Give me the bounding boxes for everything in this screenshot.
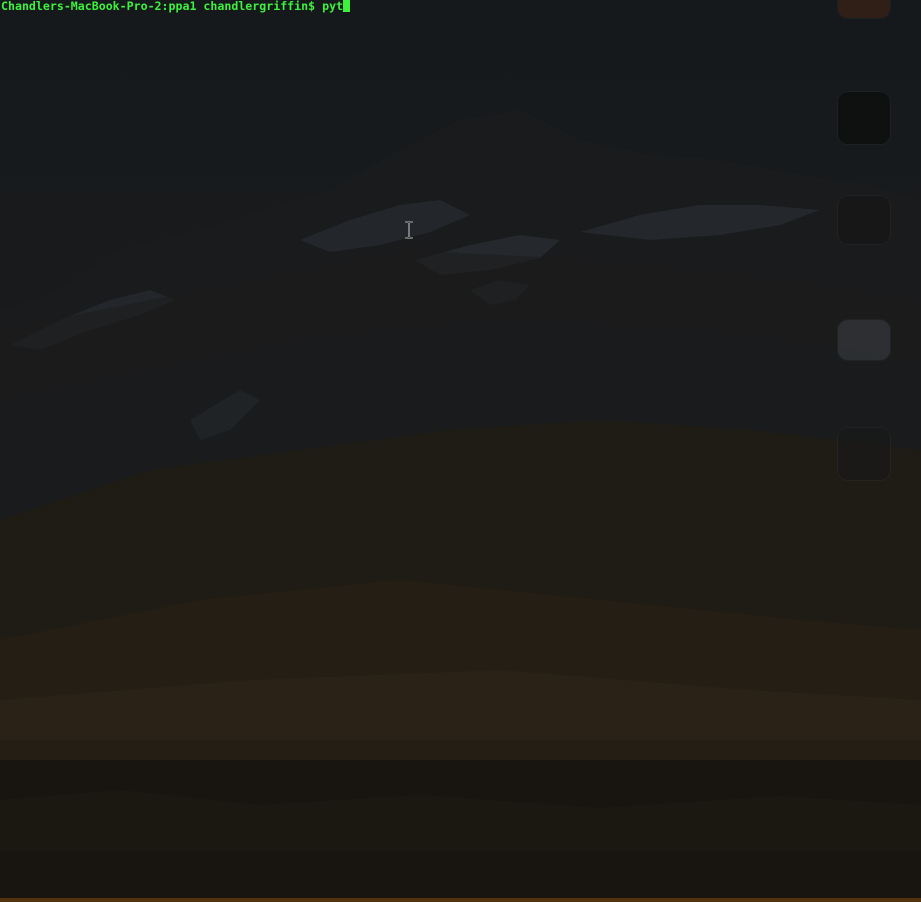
typed-command: pyt xyxy=(322,0,344,13)
ibeam-cursor-icon xyxy=(405,221,413,239)
terminal-window[interactable]: Chandlers-MacBook-Pro-2:ppa1 chandlergri… xyxy=(0,0,921,902)
dock-app-icon[interactable] xyxy=(838,320,890,360)
desktop-wallpaper xyxy=(0,110,921,902)
shell-prompt: Chandlers-MacBook-Pro-2:ppa1 chandlergri… xyxy=(1,0,323,13)
dock-app-icon[interactable] xyxy=(838,428,890,480)
dock-app-icon[interactable] xyxy=(838,0,890,18)
dock-app-icon[interactable] xyxy=(838,196,890,244)
terminal-input-line[interactable]: Chandlers-MacBook-Pro-2:ppa1 chandlergri… xyxy=(1,0,351,14)
text-cursor-block xyxy=(343,0,351,12)
dock-app-icon[interactable] xyxy=(838,92,890,144)
dock-sidebar xyxy=(832,0,896,520)
